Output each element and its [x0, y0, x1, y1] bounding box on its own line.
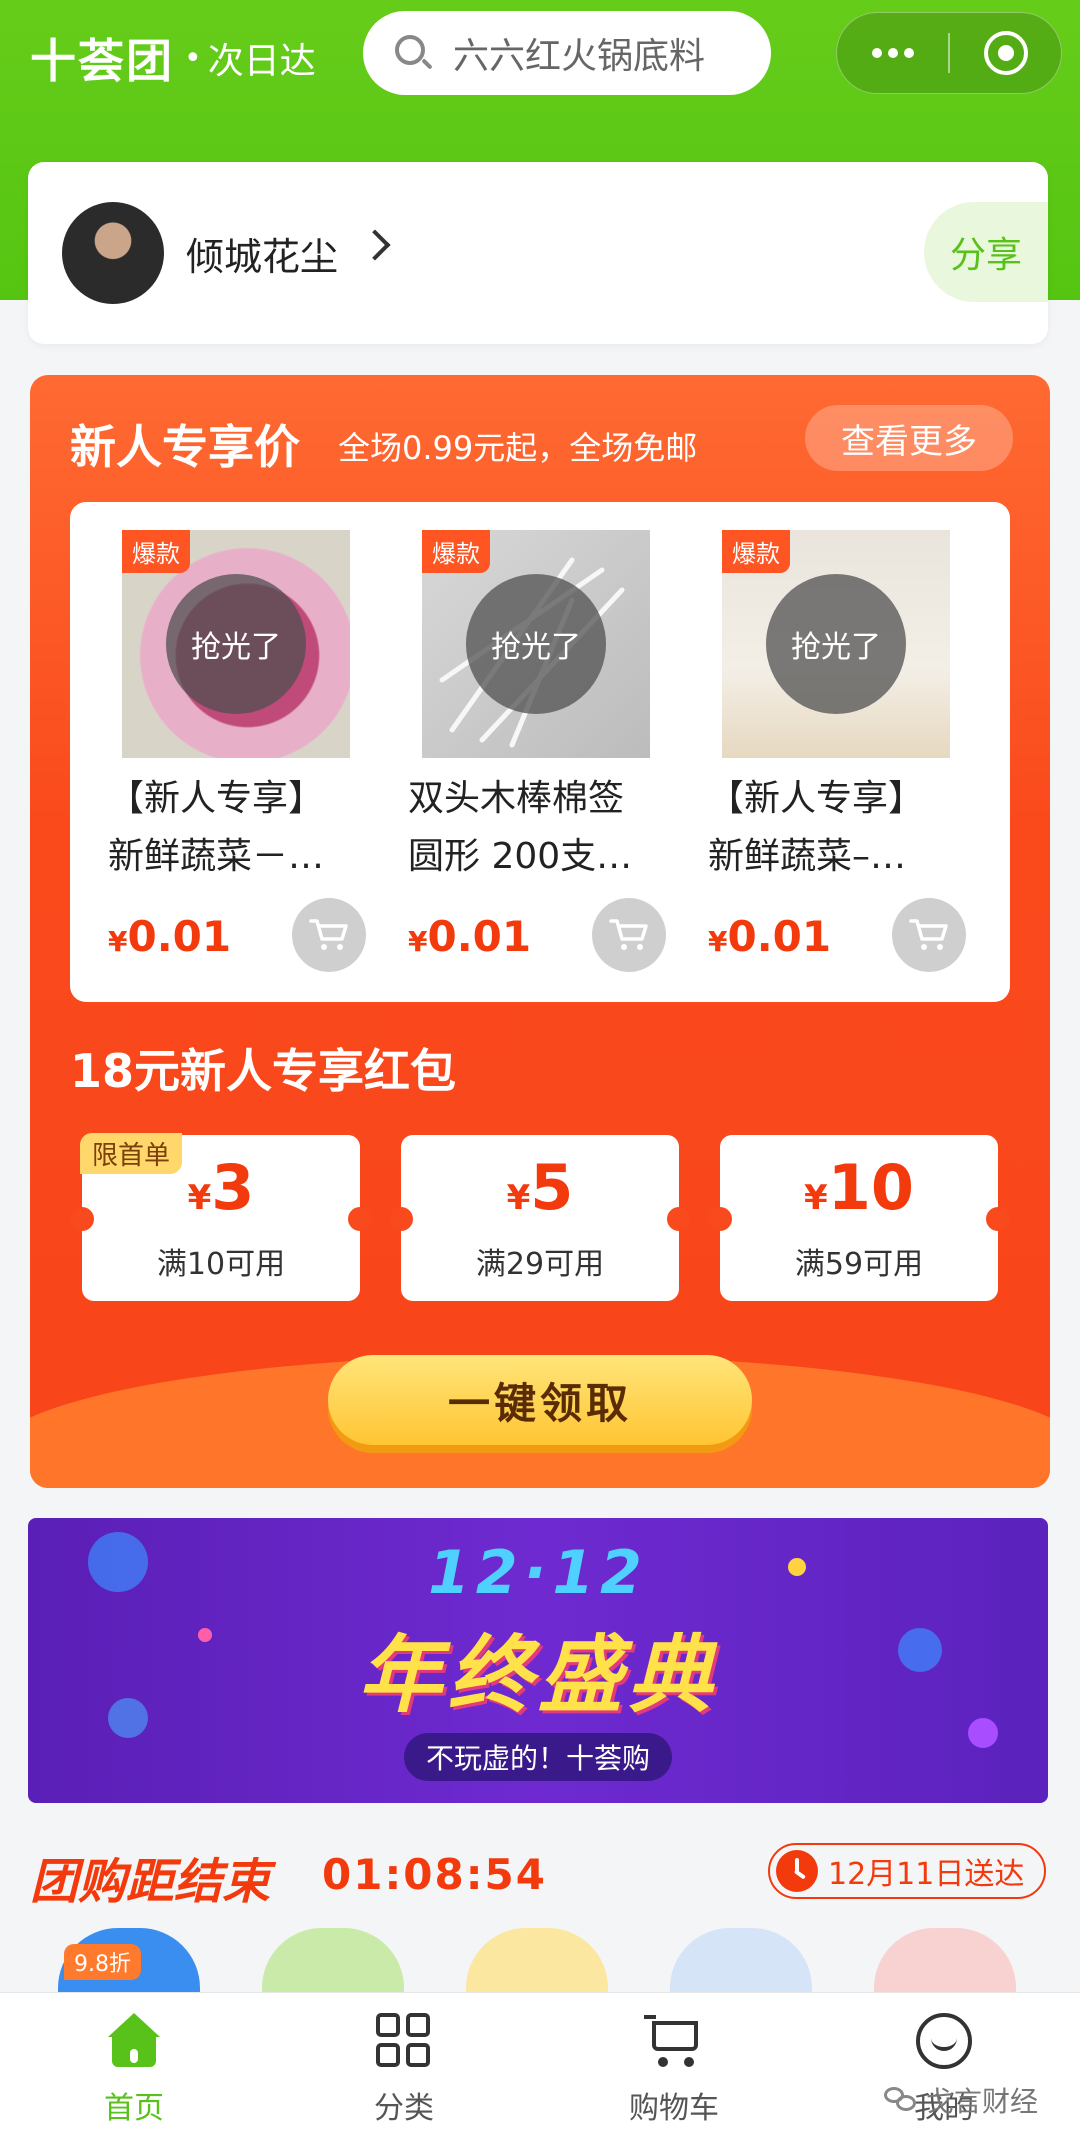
hot-badge: 爆款 — [722, 530, 790, 573]
avatar[interactable] — [62, 202, 164, 304]
close-target-icon[interactable] — [950, 13, 1061, 93]
add-to-cart-button[interactable] — [892, 898, 966, 972]
tab-label: 首页 — [104, 2091, 164, 2126]
product-card[interactable]: 爆款 抢光了 【新人专享】 新鲜蔬菜–… ¥0.01 — [670, 502, 970, 1002]
banner-title: 年终盛典 — [357, 1626, 718, 1724]
hot-badge: 爆款 — [422, 530, 490, 573]
add-to-cart-button[interactable] — [592, 898, 666, 972]
claim-all-button[interactable]: 一键领取 — [328, 1355, 752, 1445]
product-name-line1: 【新人专享】 — [108, 778, 325, 819]
bottom-tab-bar: 首页 分类 购物车 我的 — [0, 1992, 1080, 2146]
user-card[interactable]: 倾城花尘 分享 — [28, 162, 1048, 344]
coupon-condition: 满59可用 — [794, 1247, 924, 1282]
product-image-cotton-swab[interactable]: 爆款 抢光了 — [422, 530, 650, 758]
product-price: ¥0.01 — [708, 912, 832, 961]
brand: 十荟团 • 次日达 — [30, 22, 316, 94]
coupon-condition: 满10可用 — [156, 1247, 286, 1282]
search-bar[interactable]: 六六红火锅底料 — [363, 11, 771, 95]
brand-logo: 十荟团 — [30, 34, 174, 88]
product-name-line2: 新鲜蔬菜－… — [108, 836, 325, 877]
tab-home[interactable]: 首页 — [64, 2011, 204, 2131]
coupon-section-title: 18元新人专享红包 — [70, 1044, 457, 1098]
mini-program-capsule — [836, 12, 1062, 94]
coupon-condition: 满29可用 — [475, 1247, 605, 1282]
brand-subtitle: 次日达 — [207, 41, 316, 82]
home-icon — [104, 2011, 164, 2071]
promo-subtitle: 全场0.99元起，全场免邮 — [338, 429, 698, 467]
cart-icon — [909, 919, 948, 950]
chevron-right-icon — [359, 229, 391, 261]
cart-icon — [644, 2011, 704, 2071]
sold-out-overlay: 抢光了 — [166, 574, 306, 714]
countdown-timer: 01:08:54 — [322, 1850, 547, 1899]
watermark: 戈言财经 — [884, 2080, 1038, 2120]
search-icon — [393, 33, 433, 73]
cart-icon — [609, 919, 648, 950]
product-panel: 爆款 抢光了 【新人专享】 新鲜蔬菜－… ¥0.01 爆款 抢光了 双头木棒棉签… — [70, 502, 1010, 1002]
banner-tagline: 不玩虚的！十荟购 — [403, 1733, 672, 1781]
promo-title: 新人专享价 — [70, 420, 300, 474]
product-name-line1: 双头木棒棉签 — [408, 778, 625, 819]
grid-icon — [374, 2011, 434, 2071]
share-button[interactable]: 分享 — [924, 202, 1048, 302]
wechat-icon — [884, 2087, 918, 2113]
hot-badge: 爆款 — [122, 530, 190, 573]
watermark-text: 戈言财经 — [926, 2085, 1039, 2118]
tab-label: 购物车 — [629, 2091, 719, 2126]
sold-out-overlay: 抢光了 — [766, 574, 906, 714]
discount-badge: 9.8折 — [64, 1944, 141, 1980]
product-image-onion[interactable]: 爆款 抢光了 — [122, 530, 350, 758]
add-to-cart-button[interactable] — [292, 898, 366, 972]
year-end-banner[interactable]: 12·12 年终盛典 不玩虚的！十荟购 — [28, 1518, 1048, 1803]
product-price: ¥0.01 — [108, 912, 232, 961]
tab-cart[interactable]: 购物车 — [604, 2011, 744, 2131]
product-name: 【新人专享】 新鲜蔬菜–… — [708, 770, 958, 886]
coupon-card[interactable]: ¥10 满59可用 — [708, 1135, 1010, 1301]
product-card[interactable]: 爆款 抢光了 双头木棒棉签 圆形 200支… ¥0.01 — [370, 502, 670, 1002]
sold-out-overlay: 抢光了 — [466, 574, 606, 714]
product-name-line2: 新鲜蔬菜–… — [708, 836, 907, 877]
banner-headline: 12·12 年终盛典 不玩虚的！十荟购 — [308, 1538, 768, 1781]
group-buy-title: 团购距结束 — [30, 1854, 271, 1910]
tab-label: 分类 — [374, 2091, 434, 2126]
user-name[interactable]: 倾城花尘 — [186, 226, 338, 281]
cart-icon — [309, 919, 348, 950]
brand-separator: • — [184, 40, 202, 76]
more-dots-icon[interactable] — [837, 13, 948, 93]
product-image-radish[interactable]: 爆款 抢光了 — [722, 530, 950, 758]
new-user-promo: 新人专享价 全场0.99元起，全场免邮 查看更多 爆款 抢光了 【新人专享】 新… — [30, 375, 1050, 1488]
delivery-date-badge[interactable]: 12月11日送达 — [768, 1843, 1046, 1899]
product-price: ¥0.01 — [408, 912, 532, 961]
delivery-date: 12月11日送达 — [828, 1857, 1025, 1892]
coupon-amount: ¥3 — [187, 1151, 255, 1224]
product-name-line2: 圆形 200支… — [408, 836, 633, 877]
smile-icon — [914, 2011, 974, 2071]
banner-date: 12·12 — [428, 1538, 648, 1608]
tab-category[interactable]: 分类 — [334, 2011, 474, 2131]
see-more-button[interactable]: 查看更多 — [805, 405, 1013, 471]
product-name: 双头木棒棉签 圆形 200支… — [408, 770, 658, 886]
coupon-card[interactable]: ¥5 满29可用 — [389, 1135, 691, 1301]
clock-icon — [776, 1850, 818, 1892]
product-name: 【新人专享】 新鲜蔬菜－… — [108, 770, 358, 886]
product-card[interactable]: 爆款 抢光了 【新人专享】 新鲜蔬菜－… ¥0.01 — [70, 502, 370, 1002]
product-name-line1: 【新人专享】 — [708, 778, 925, 819]
search-placeholder: 六六红火锅底料 — [453, 36, 706, 77]
coupon-amount: ¥5 — [506, 1151, 574, 1224]
coupon-card[interactable]: 限首单 ¥3 满10可用 — [70, 1133, 372, 1301]
coupon-amount: ¥10 — [804, 1151, 914, 1224]
